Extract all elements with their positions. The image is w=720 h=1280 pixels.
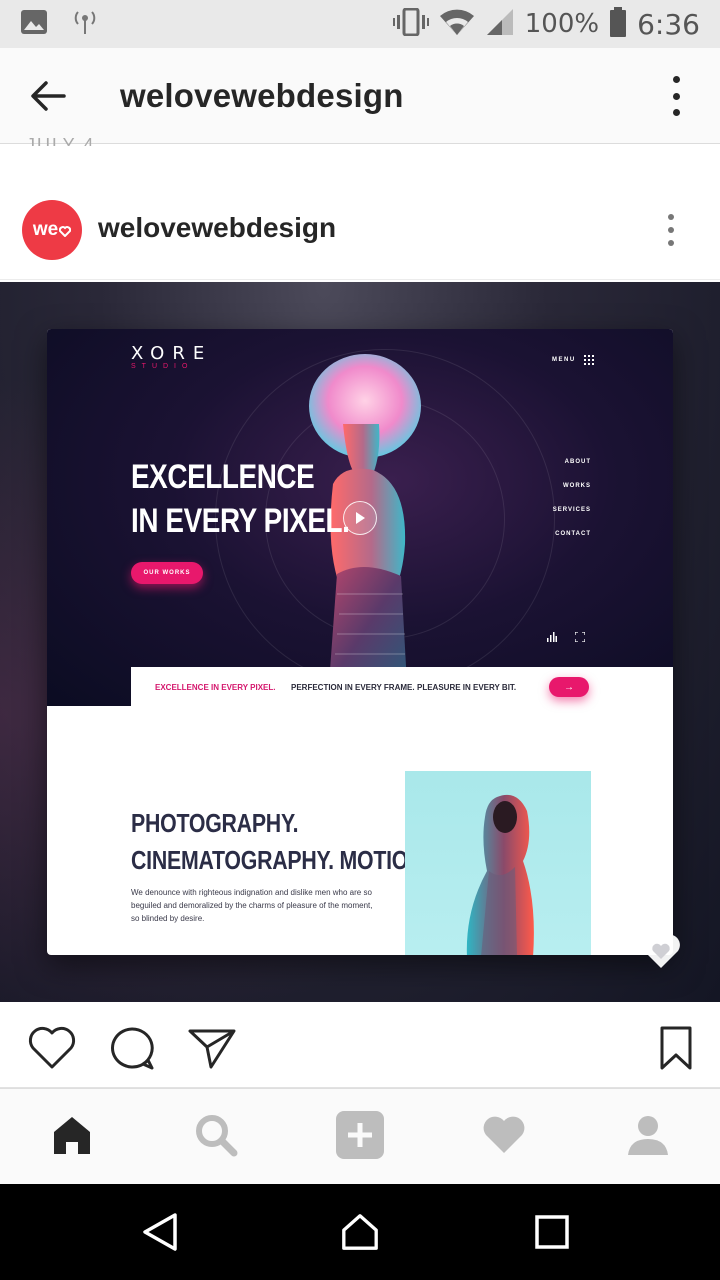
- arrow-right-icon: →: [549, 677, 589, 697]
- home-outline-icon[interactable]: [340, 1212, 380, 1252]
- post-image[interactable]: XORE STUDIO MENU EXCELLENCE IN EVERY PIX…: [0, 282, 720, 1002]
- mockup-logo: XORE: [131, 343, 213, 364]
- status-bar: 100% 6:36: [0, 0, 720, 48]
- grid-menu-icon: [583, 355, 594, 365]
- profile-icon[interactable]: [624, 1111, 672, 1159]
- bottom-navigation: [0, 1088, 720, 1184]
- mockup-section-body: We denounce with righteous indignation a…: [131, 888, 373, 923]
- avatar-heart-icon: [59, 225, 72, 237]
- mockup-nav-item: CONTACT: [555, 531, 591, 537]
- app-header: welovewebdesign: [0, 48, 720, 144]
- wifi-icon: [439, 8, 475, 41]
- page-title: welovewebdesign: [120, 76, 404, 114]
- home-icon[interactable]: [48, 1111, 96, 1159]
- signal-icon: [485, 8, 515, 41]
- post-header: we welovewebdesign: [0, 180, 720, 280]
- image-icon: [20, 9, 48, 40]
- activity-heart-icon[interactable]: [480, 1111, 528, 1159]
- fullscreen-icon: [575, 632, 585, 642]
- avatar-text: we: [32, 219, 59, 240]
- clock: 6:36: [637, 7, 700, 41]
- mockup-tagline-strip: EXCELLENCE IN EVERY PIXEL. PERFECTION IN…: [131, 667, 673, 707]
- mockup-hoodie-photo: [405, 771, 591, 955]
- avatar[interactable]: we: [22, 200, 82, 260]
- mockup-nav: ABOUT WORKS SERVICES CONTACT: [537, 459, 591, 555]
- mockup-hero-icons: [547, 632, 585, 642]
- headline-line-1: EXCELLENCE: [131, 458, 315, 496]
- strip-item: EXCELLENCE IN EVERY PIXEL.: [155, 682, 276, 692]
- more-vertical-icon[interactable]: [660, 76, 692, 116]
- strip-item: PLEASURE IN EVERY BIT.: [417, 682, 517, 692]
- hotspot-icon: [72, 8, 98, 41]
- recents-square-icon[interactable]: [532, 1212, 572, 1252]
- mockup-logo-sub: STUDIO: [131, 363, 194, 370]
- post-actions: [0, 1002, 720, 1088]
- vibrate-icon: [392, 7, 429, 41]
- add-post-icon[interactable]: [336, 1111, 384, 1159]
- mockup-nav-item: SERVICES: [552, 507, 591, 513]
- back-triangle-icon[interactable]: [140, 1212, 180, 1252]
- heart-badge-icon: [642, 934, 680, 968]
- search-icon[interactable]: [192, 1111, 240, 1159]
- system-navigation-bar: [0, 1184, 720, 1280]
- mockup-menu: MENU: [552, 355, 594, 365]
- mockup-headline: EXCELLENCE IN EVERY PIXEL.: [131, 455, 377, 543]
- mockup-cta-button: OUR WORKS: [131, 562, 203, 584]
- bookmark-icon[interactable]: [650, 1024, 702, 1072]
- strip-item: PERFECTION IN EVERY FRAME.: [291, 682, 415, 692]
- comment-icon[interactable]: [106, 1024, 158, 1072]
- sound-bars-icon: [547, 632, 557, 642]
- mockup-nav-item: ABOUT: [564, 459, 591, 465]
- post-username[interactable]: welovewebdesign: [98, 212, 336, 244]
- headline-line-2: IN EVERY PIXEL.: [131, 502, 350, 540]
- post-date-cutoff: JULY 4: [26, 135, 96, 146]
- mockup-nav-item: WORKS: [563, 483, 591, 489]
- send-icon[interactable]: [186, 1024, 238, 1072]
- battery-icon: [609, 6, 627, 42]
- heart-outline-icon[interactable]: [26, 1024, 78, 1072]
- more-vertical-icon[interactable]: [666, 214, 676, 246]
- website-mockup: XORE STUDIO MENU EXCELLENCE IN EVERY PIX…: [47, 329, 673, 955]
- battery-percent: 100%: [524, 9, 600, 39]
- mockup-hero: XORE STUDIO MENU EXCELLENCE IN EVERY PIX…: [47, 329, 673, 706]
- menu-label: MENU: [552, 357, 576, 363]
